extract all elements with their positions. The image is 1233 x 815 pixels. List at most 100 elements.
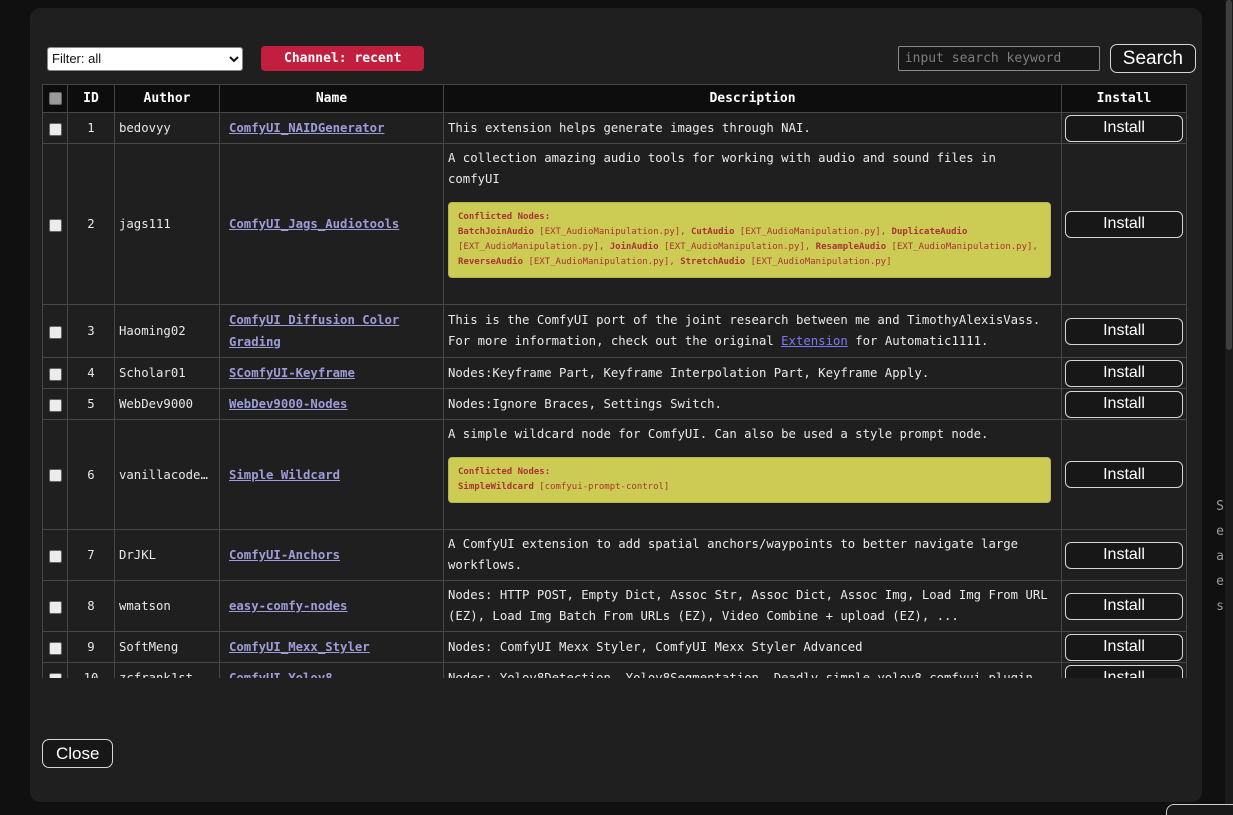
row-description: Nodes: ComfyUI Mexx Styler, ComfyUI Mexx… (444, 632, 1062, 663)
row-author: Scholar01 (115, 358, 220, 389)
extension-name-link[interactable]: ComfyUI_NAIDGenerator (229, 121, 384, 135)
install-button[interactable]: Install (1065, 391, 1183, 418)
conflicted-node-source: [EXT_AudioManipulation.py] (892, 242, 1033, 252)
page-scrollbar-thumb[interactable] (1226, 0, 1232, 350)
extension-name-link[interactable]: ComfyUI Yolov8 (229, 671, 333, 678)
col-header-description: Description (444, 85, 1062, 113)
row-author: Haoming02 (115, 305, 220, 358)
row-name-cell: ComfyUI-Anchors (220, 530, 444, 581)
extension-name-link[interactable]: SComfyUI-Keyframe (229, 366, 355, 380)
install-button[interactable]: Install (1065, 665, 1183, 679)
row-id: 8 (68, 581, 115, 632)
conflicted-node-source: [EXT_AudioManipulation.py] (751, 257, 892, 267)
install-button[interactable]: Install (1065, 461, 1183, 488)
extension-name-link[interactable]: ComfyUI_Jags_Audiotools (229, 217, 399, 231)
row-checkbox[interactable] (49, 642, 62, 655)
install-button[interactable]: Install (1065, 634, 1183, 661)
row-install-cell: Install (1062, 389, 1187, 420)
table-row: 2jags111ComfyUI_Jags_AudiotoolsA collect… (43, 144, 1187, 305)
table-row: 10zcfrank1stComfyUI Yolov8Nodes: Yolov8D… (43, 663, 1187, 679)
row-checkbox-cell (43, 358, 68, 389)
row-author: SoftMeng (115, 632, 220, 663)
extension-name-link[interactable]: ComfyUI_Mexx_Styler (229, 640, 370, 654)
row-id: 2 (68, 144, 115, 305)
col-header-install: Install (1062, 85, 1187, 113)
install-button[interactable]: Install (1065, 360, 1183, 387)
search-button[interactable]: Search (1110, 44, 1196, 73)
select-all-checkbox[interactable] (49, 92, 62, 105)
row-id: 1 (68, 113, 115, 144)
row-checkbox-cell (43, 389, 68, 420)
extension-name-link[interactable]: ComfyUI-Anchors (229, 548, 340, 562)
page-scrollbar[interactable] (1225, 0, 1233, 815)
partial-hidden-button[interactable] (1166, 804, 1233, 815)
extension-name-link[interactable]: easy-comfy-nodes (229, 599, 347, 613)
conflicted-node-name: SimpleWildcard (458, 482, 534, 492)
row-checkbox[interactable] (49, 399, 62, 412)
row-checkbox-cell (43, 663, 68, 679)
row-author: DrJKL (115, 530, 220, 581)
table-row: 6vanillacode314Simple WildcardA simple w… (43, 420, 1187, 530)
install-button[interactable]: Install (1065, 593, 1183, 620)
row-checkbox-cell (43, 581, 68, 632)
col-header-checkbox (43, 85, 68, 113)
description-link[interactable]: Extension (781, 334, 848, 348)
row-install-cell: Install (1062, 358, 1187, 389)
table-row: 1bedovyyComfyUI_NAIDGeneratorThis extens… (43, 113, 1187, 144)
conflicted-node-source: [EXT_AudioManipulation.py] (664, 242, 805, 252)
row-checkbox[interactable] (49, 326, 62, 339)
conflicted-node-name: ReverseAudio (458, 257, 523, 267)
install-button[interactable]: Install (1065, 318, 1183, 345)
row-install-cell: Install (1062, 530, 1187, 581)
row-checkbox[interactable] (49, 550, 62, 563)
conflicted-node-name: StretchAudio (680, 257, 745, 267)
extension-name-link[interactable]: WebDev9000-Nodes (229, 397, 347, 411)
search-input[interactable] (898, 46, 1100, 71)
row-checkbox[interactable] (49, 673, 62, 679)
extension-name-link[interactable]: ComfyUI Diffusion Color Grading (229, 313, 399, 349)
row-id: 5 (68, 389, 115, 420)
row-name-cell: easy-comfy-nodes (220, 581, 444, 632)
channel-badge: Channel: recent (261, 46, 424, 71)
row-id: 3 (68, 305, 115, 358)
row-checkbox[interactable] (49, 123, 62, 136)
table-row: 5WebDev9000WebDev9000-NodesNodes:Ignore … (43, 389, 1187, 420)
row-checkbox[interactable] (49, 469, 62, 482)
install-button[interactable]: Install (1065, 211, 1183, 238)
row-description: This is the ComfyUI port of the joint re… (444, 305, 1062, 358)
custom-nodes-table: ID Author Name Description Install 1bedo… (42, 84, 1187, 678)
row-name-cell: ComfyUI Yolov8 (220, 663, 444, 679)
row-checkbox-cell (43, 144, 68, 305)
install-button[interactable]: Install (1065, 115, 1183, 142)
install-button[interactable]: Install (1065, 542, 1183, 569)
col-header-name: Name (220, 85, 444, 113)
row-id: 10 (68, 663, 115, 679)
row-checkbox[interactable] (49, 219, 62, 232)
row-install-cell: Install (1062, 144, 1187, 305)
row-checkbox-cell (43, 530, 68, 581)
close-button[interactable]: Close (42, 739, 113, 768)
conflicted-node-name: BatchJoinAudio (458, 227, 534, 237)
row-checkbox-cell (43, 305, 68, 358)
row-name-cell: SComfyUI-Keyframe (220, 358, 444, 389)
install-custom-nodes-dialog: Filter: all Channel: recent Search ID Au… (30, 8, 1202, 802)
col-header-id: ID (68, 85, 115, 113)
conflicted-node-source: [EXT_AudioManipulation.py] (740, 227, 881, 237)
table-header-row: ID Author Name Description Install (43, 85, 1187, 113)
row-author: wmatson (115, 581, 220, 632)
row-description: Nodes:Keyframe Part, Keyframe Interpolat… (444, 358, 1062, 389)
conflicted-nodes-box: Conflicted Nodes:BatchJoinAudio [EXT_Aud… (448, 202, 1051, 278)
row-checkbox[interactable] (49, 601, 62, 614)
table-row: 8wmatsoneasy-comfy-nodesNodes: HTTP POST… (43, 581, 1187, 632)
toolbar: Filter: all Channel: recent Search (30, 8, 1202, 73)
extension-name-link[interactable]: Simple Wildcard (229, 468, 340, 482)
row-author: WebDev9000 (115, 389, 220, 420)
row-author: zcfrank1st (115, 663, 220, 679)
nodes-table-container[interactable]: ID Author Name Description Install 1bedo… (42, 84, 1198, 678)
col-header-author: Author (115, 85, 220, 113)
filter-select[interactable]: Filter: all (47, 47, 243, 71)
conflicted-nodes-list: BatchJoinAudio [EXT_AudioManipulation.py… (458, 225, 1041, 270)
row-checkbox[interactable] (49, 368, 62, 381)
row-install-cell: Install (1062, 663, 1187, 679)
row-install-cell: Install (1062, 581, 1187, 632)
